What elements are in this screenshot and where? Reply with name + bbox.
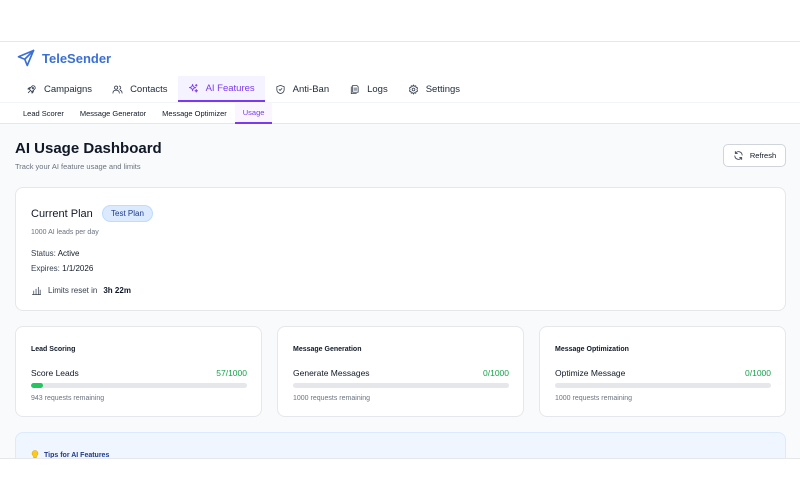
document-icon — [350, 84, 359, 94]
tab-label: Logs — [367, 83, 388, 95]
shield-icon — [276, 84, 285, 94]
limits-reset: Limits reset in 3h 22m — [31, 285, 131, 296]
tab-label: Contacts — [130, 83, 168, 95]
usage-label: Optimize Message — [555, 368, 626, 378]
tab-logs[interactable]: Logs — [339, 76, 398, 102]
brand-name: TeleSender — [42, 50, 112, 66]
usage-label: Generate Messages — [293, 368, 370, 378]
subtab-message-optimizer[interactable]: Message Optimizer — [154, 103, 235, 124]
tab-ai-features[interactable]: AI Features — [177, 76, 265, 102]
reset-label: Limits reset in — [48, 286, 98, 295]
sub-tabs: Lead Scorer Message Generator Message Op… — [0, 102, 800, 124]
usage-card-message-generation: Message Generation Generate Messages 0/1… — [277, 326, 524, 417]
usage-remaining: 943 requests remaining — [31, 395, 105, 402]
expires-value: 1/1/2026 — [62, 264, 94, 273]
tab-label: Campaigns — [44, 83, 93, 95]
expires-label: Expires: — [31, 264, 60, 273]
usage-card-lead-scoring: Lead Scoring Score Leads 57/1000 943 req… — [15, 326, 262, 417]
usage-label: Score Leads — [31, 368, 79, 378]
usage-progress-bar — [31, 383, 247, 388]
subtab-message-generator[interactable]: Message Generator — [72, 103, 154, 124]
plan-description: 1000 AI leads per day — [31, 229, 99, 236]
plan-expires: Expires: 1/1/2026 — [31, 264, 93, 273]
usage-heading: Message Optimization — [555, 346, 629, 353]
top-bar — [0, 0, 800, 42]
usage-progress-bar — [555, 383, 771, 388]
usage-remaining: 1000 requests remaining — [293, 395, 371, 402]
refresh-icon — [734, 150, 743, 161]
plan-status: Status: Active — [31, 249, 79, 258]
bar-chart-icon — [32, 286, 41, 295]
paper-plane-icon — [17, 49, 35, 67]
page-title: AI Usage Dashboard — [15, 140, 162, 157]
sparkles-icon — [188, 83, 198, 93]
rocket-icon — [27, 84, 36, 94]
usage-card-message-optimization: Message Optimization Optimize Message 0/… — [539, 326, 786, 417]
subtab-lead-scorer[interactable]: Lead Scorer — [15, 103, 72, 124]
current-plan-card: Current Plan Test Plan 1000 AI leads per… — [15, 187, 786, 311]
brand[interactable]: TeleSender — [16, 48, 111, 68]
tab-label: Anti-Ban — [292, 83, 330, 95]
reset-value: 3h 22m — [103, 286, 131, 295]
tab-label: AI Features — [205, 82, 255, 94]
usage-remaining: 1000 requests remaining — [555, 395, 633, 402]
usage-heading: Message Generation — [293, 346, 362, 353]
usage-count: 57/1000 — [216, 368, 247, 378]
tab-settings[interactable]: Settings — [398, 76, 470, 102]
usage-count: 0/1000 — [745, 368, 771, 378]
refresh-label: Refresh — [749, 151, 777, 160]
plan-badge: Test Plan — [102, 205, 153, 222]
gear-icon — [408, 84, 418, 94]
usage-dashboard: AI Usage Dashboard Track your AI feature… — [0, 124, 800, 472]
status-label: Status: — [31, 249, 56, 258]
main-tabs: Campaigns Contacts AI Features Anti-Ban … — [16, 76, 470, 102]
tab-label: Settings — [425, 83, 461, 95]
subtab-usage[interactable]: Usage — [234, 103, 273, 124]
usage-progress-bar — [293, 383, 509, 388]
tab-anti-ban[interactable]: Anti-Ban — [265, 76, 339, 102]
refresh-button[interactable]: Refresh — [723, 144, 786, 167]
users-icon — [112, 85, 123, 94]
usage-progress-fill — [31, 383, 44, 388]
usage-count: 0/1000 — [483, 368, 509, 378]
page-subtitle: Track your AI feature usage and limits — [15, 162, 141, 171]
usage-heading: Lead Scoring — [31, 346, 76, 353]
status-value: Active — [57, 249, 80, 258]
bottom-bar — [0, 458, 800, 500]
plan-title: Current Plan — [31, 208, 93, 220]
tab-campaigns[interactable]: Campaigns — [16, 76, 102, 102]
tab-contacts[interactable]: Contacts — [102, 76, 178, 102]
